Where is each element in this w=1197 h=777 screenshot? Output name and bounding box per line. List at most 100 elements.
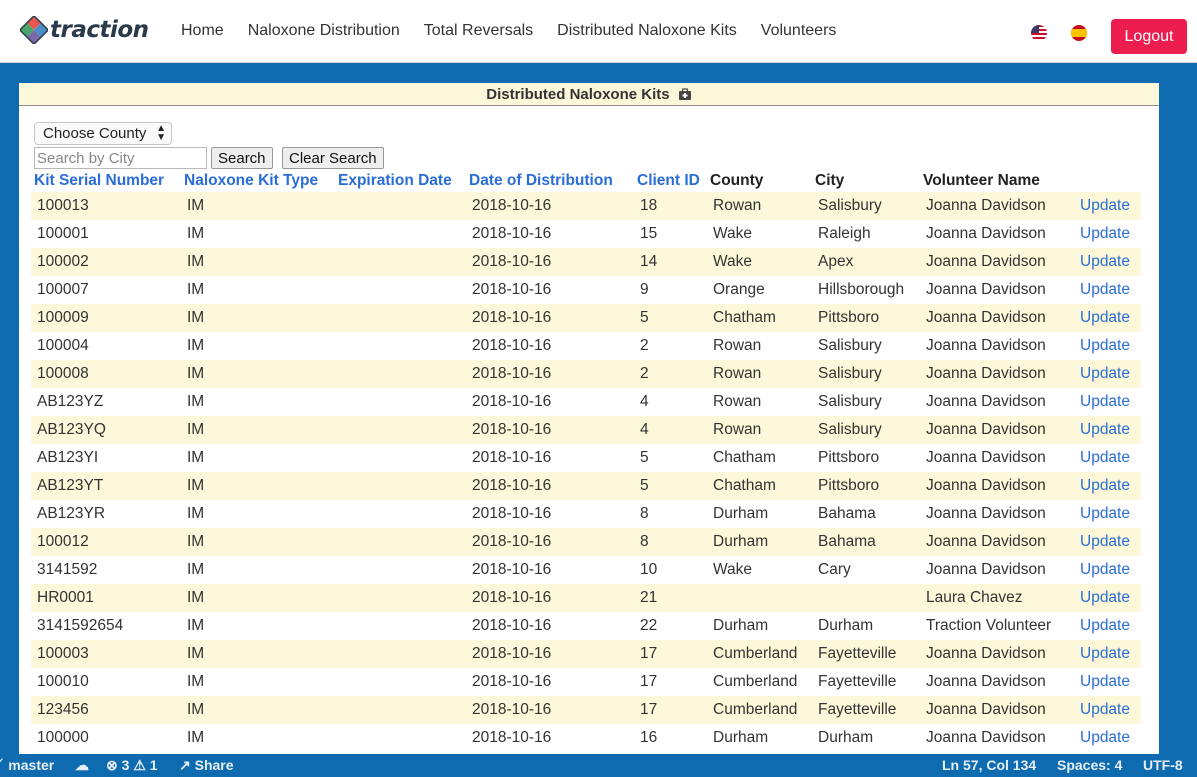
col-header-expiration[interactable]: Expiration Date: [335, 170, 466, 192]
cell-city: Cary: [818, 561, 851, 578]
cell-expiration: [335, 696, 466, 724]
update-link[interactable]: Update: [1074, 220, 1141, 248]
cell-volunteer: Joanna Davidson: [926, 729, 1046, 746]
update-link[interactable]: Update: [1074, 248, 1141, 276]
update-link[interactable]: Update: [1074, 528, 1141, 556]
cell-distribution-date: 2018-10-16: [472, 505, 552, 522]
logout-button[interactable]: Logout: [1111, 19, 1187, 54]
cell-kit-serial: 100004: [37, 337, 89, 354]
update-link[interactable]: Update: [1074, 696, 1141, 724]
update-link[interactable]: Update: [1074, 640, 1141, 668]
update-link[interactable]: Update: [1074, 724, 1141, 752]
cell-county: Chatham: [707, 472, 812, 500]
kits-panel: Distributed Naloxone Kits Choose County …: [19, 83, 1159, 763]
cell-county: Wake: [713, 561, 753, 578]
table-row: AB123YR IM 2018-10-16 8 Durham Bahama Joanna D…: [31, 500, 1141, 528]
cell-client-id: 17: [640, 673, 658, 690]
cell-volunteer: Joanna Davidson: [926, 225, 1046, 242]
col-header-volunteer: Volunteer Name: [923, 172, 1040, 189]
table-row: 100010 IM 2018-10-16 17 Cumberland Fayettevil…: [31, 668, 1141, 696]
update-link[interactable]: Update: [1074, 388, 1141, 416]
cell-client-id: 16: [640, 729, 658, 746]
cell-county: Orange: [713, 281, 765, 298]
cell-distribution-date: 2018-10-16: [466, 528, 634, 556]
update-link[interactable]: Update: [1074, 304, 1141, 332]
error-count: 3: [121, 757, 130, 773]
cell-city: Salisbury: [812, 416, 920, 444]
cell-kit-serial: AB123YT: [31, 472, 181, 500]
cell-kit-serial: AB123YZ: [37, 393, 104, 410]
col-header-kit-serial[interactable]: Kit Serial Number: [31, 170, 181, 192]
encoding-status[interactable]: UTF-8: [1143, 757, 1183, 773]
update-link[interactable]: Update: [1074, 444, 1141, 472]
update-link[interactable]: Update: [1074, 416, 1141, 444]
nav-link-volunteers[interactable]: Volunteers: [761, 22, 837, 40]
cell-kit-serial: 3141592: [37, 561, 98, 578]
update-link[interactable]: Update: [1074, 668, 1141, 696]
cell-volunteer: Joanna Davidson: [920, 304, 1074, 332]
col-header-distribution-date[interactable]: Date of Distribution: [466, 170, 634, 192]
cell-expiration: [335, 304, 466, 332]
cell-volunteer: Joanna Davidson: [926, 393, 1046, 410]
col-header-kit-type[interactable]: Naloxone Kit Type: [181, 170, 335, 192]
cell-client-id: 5: [640, 449, 649, 466]
branch-status[interactable]: ᚴ master: [0, 757, 54, 773]
brand[interactable]: traction: [20, 16, 149, 44]
update-link[interactable]: Update: [1074, 276, 1141, 304]
cell-city: [812, 584, 920, 612]
cell-kit-type: IM: [187, 673, 205, 690]
panel-title: Distributed Naloxone Kits: [486, 86, 670, 103]
cell-volunteer: Joanna Davidson: [920, 640, 1074, 668]
table-row: 100002 IM 2018-10-16 14 Wake Apex Joanna David…: [31, 248, 1141, 276]
update-link[interactable]: Update: [1074, 192, 1141, 220]
update-link[interactable]: Update: [1074, 360, 1141, 388]
cell-distribution-date: 2018-10-16: [472, 337, 552, 354]
cell-kit-type: IM: [181, 192, 335, 220]
cell-distribution-date: 2018-10-16: [472, 561, 552, 578]
table-row: 123456 IM 2018-10-16 17 Cumberland Fayettevil…: [31, 696, 1141, 724]
nav-link-naloxone-distribution[interactable]: Naloxone Distribution: [248, 22, 400, 40]
nav-link-total-reversals[interactable]: Total Reversals: [424, 22, 533, 40]
table-row: 100001 IM 2018-10-16 15 Wake Raleigh Joanna Da…: [31, 220, 1141, 248]
cell-kit-serial: 100010: [37, 673, 89, 690]
cell-county: Rowan: [707, 416, 812, 444]
problems-status[interactable]: ⊗ 3 ⚠ 1: [106, 757, 158, 774]
cell-expiration: [335, 192, 466, 220]
update-link[interactable]: Update: [1074, 556, 1141, 584]
col-header-client-id[interactable]: Client ID: [634, 170, 707, 192]
update-link[interactable]: Update: [1074, 584, 1141, 612]
cell-expiration: [335, 584, 466, 612]
cell-county: Rowan: [713, 337, 762, 354]
cell-kit-type: IM: [181, 416, 335, 444]
cell-kit-serial: 3141592654: [37, 617, 124, 634]
search-button[interactable]: Search: [211, 147, 273, 169]
cell-volunteer: Traction Volunteer: [926, 617, 1052, 634]
cell-kit-serial: 100007: [37, 281, 89, 298]
sync-icon[interactable]: ☁: [75, 757, 89, 774]
city-search-input[interactable]: [34, 147, 207, 169]
update-link[interactable]: Update: [1074, 472, 1141, 500]
update-link[interactable]: Update: [1074, 500, 1141, 528]
clear-search-button[interactable]: Clear Search: [282, 147, 384, 169]
update-link[interactable]: Update: [1074, 612, 1141, 640]
cell-client-id: 9: [640, 281, 649, 298]
update-link[interactable]: Update: [1074, 332, 1141, 360]
cell-county: Cumberland: [713, 673, 798, 690]
cell-kit-serial: 100000: [37, 729, 89, 746]
nav-link-home[interactable]: Home: [181, 22, 224, 40]
cursor-position[interactable]: Ln 57, Col 134: [942, 757, 1036, 773]
share-label: Share: [194, 757, 234, 773]
kits-table-wrapper: Kit Serial Number Naloxone Kit Type Expi…: [31, 170, 1141, 752]
share-status[interactable]: ↗ Share: [179, 757, 234, 774]
spain-flag-icon[interactable]: [1071, 25, 1087, 41]
table-row: 3141592 IM 2018-10-16 10 Wake Cary Joanna Davi…: [31, 556, 1141, 584]
county-select[interactable]: Choose County ▲ ▼: [34, 122, 172, 145]
nav-link-distributed-kits[interactable]: Distributed Naloxone Kits: [557, 22, 737, 40]
indentation-status[interactable]: Spaces: 4: [1057, 757, 1122, 773]
cell-county: Rowan: [713, 393, 762, 410]
cell-county: Wake: [707, 248, 812, 276]
cell-distribution-date: 2018-10-16: [466, 584, 634, 612]
cell-kit-type: IM: [187, 225, 205, 242]
us-flag-icon[interactable]: [1031, 25, 1047, 41]
cell-volunteer: Joanna Davidson: [920, 696, 1074, 724]
